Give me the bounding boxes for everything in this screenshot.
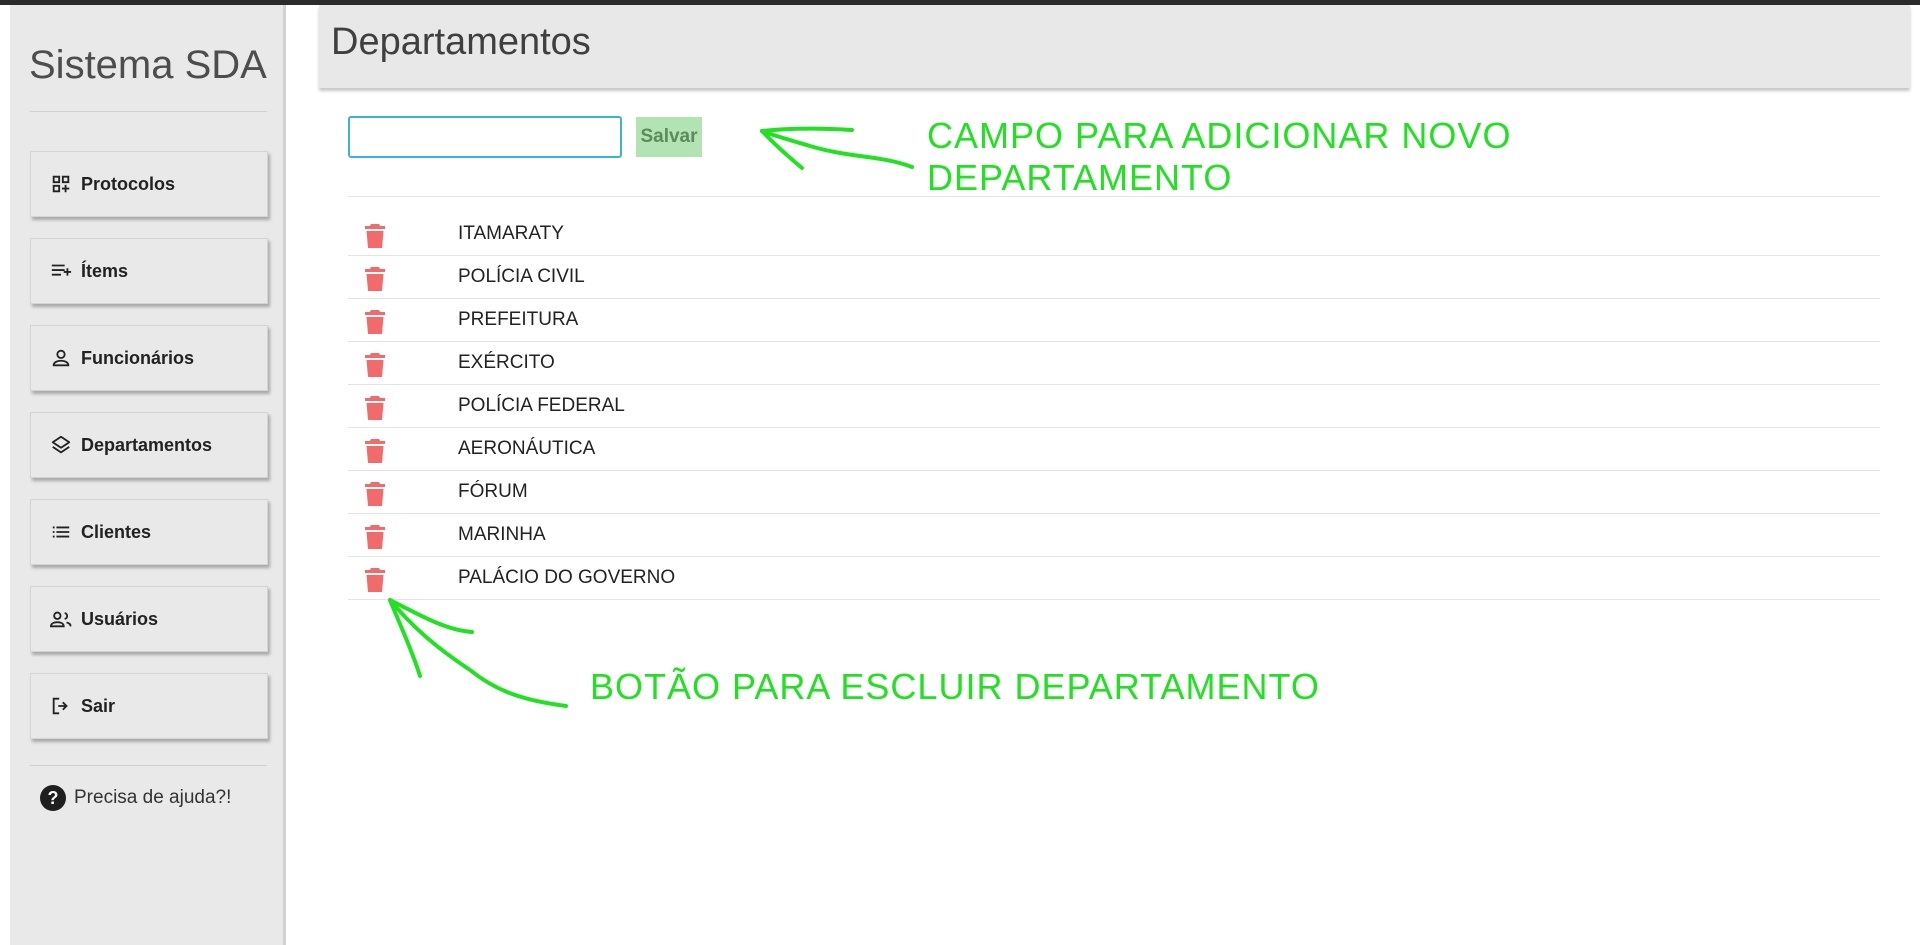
- page-title: Departamentos: [331, 21, 591, 63]
- department-name: PALÁCIO DO GOVERNO: [458, 567, 676, 588]
- sidebar-item-label: Departamentos: [81, 434, 213, 455]
- department-name: POLÍCIA FEDERAL: [458, 395, 625, 416]
- department-row: EXÉRCITO: [348, 342, 1880, 385]
- brand-divider: [30, 111, 267, 112]
- department-row: FÓRUM: [348, 471, 1880, 514]
- help-link[interactable]: ? Precisa de ajuda?!: [40, 785, 231, 811]
- list-icon: [49, 520, 73, 544]
- department-row: POLÍCIA CIVIL: [348, 256, 1880, 299]
- sidebar-item-label: Clientes: [81, 521, 152, 542]
- sidebar-item-protocolos[interactable]: Protocolos: [30, 151, 268, 217]
- annotation-line: CAMPO PARA ADICIONAR NOVO: [927, 115, 1512, 156]
- department-list: ITAMARATY POLÍCIA CIVIL PREFEITURA EXÉRCITO…: [348, 196, 1880, 600]
- department-row: ITAMARATY: [348, 213, 1880, 256]
- trash-icon[interactable]: [364, 567, 386, 593]
- sidebar-item-label: Protocolos: [81, 173, 176, 194]
- playlist-add-icon: [49, 259, 73, 283]
- trash-icon[interactable]: [364, 223, 386, 249]
- department-name: PREFEITURA: [458, 309, 579, 330]
- sidebar-item-label: Funcionários: [81, 347, 195, 368]
- department-name: FÓRUM: [458, 481, 528, 502]
- department-name: POLÍCIA CIVIL: [458, 266, 585, 287]
- sidebar-item-departamentos[interactable]: Departamentos: [30, 412, 268, 478]
- trash-icon[interactable]: [364, 438, 386, 464]
- sidebar-item-clientes[interactable]: Clientes: [30, 499, 268, 565]
- department-name: MARINHA: [458, 524, 546, 545]
- trash-icon[interactable]: [364, 266, 386, 292]
- arrow-to-input: [760, 129, 914, 169]
- department-name: AERONÁUTICA: [458, 438, 596, 459]
- sidebar-item-label: Usuários: [81, 608, 159, 629]
- trash-icon[interactable]: [364, 524, 386, 550]
- sidebar: Sistema SDA Protocolos Ítems Funcionário…: [10, 5, 286, 945]
- trash-icon[interactable]: [364, 481, 386, 507]
- department-row: AERONÁUTICA: [348, 428, 1880, 471]
- trash-icon[interactable]: [364, 395, 386, 421]
- department-row: PALÁCIO DO GOVERNO: [348, 557, 1880, 600]
- app-brand: Sistema SDA: [29, 43, 267, 87]
- help-divider: [30, 765, 267, 766]
- arrow-to-trash-head-bottom: [388, 598, 422, 678]
- sidebar-item-label: Ítems: [81, 260, 129, 281]
- department-row: MARINHA: [348, 514, 1880, 557]
- department-row: PREFEITURA: [348, 299, 1880, 342]
- annotation-delete-button: BOTÃO PARA ESCLUIR DEPARTAMENTO: [590, 666, 1320, 707]
- sidebar-item-funcionarios[interactable]: Funcionários: [30, 325, 268, 391]
- annotation-add-field: CAMPO PARA ADICIONAR NOVO DEPARTAMENTO: [927, 115, 1511, 199]
- sidebar-item-sair[interactable]: Sair: [30, 673, 268, 739]
- sidebar-item-label: Sair: [81, 695, 116, 716]
- save-button[interactable]: Salvar: [636, 117, 702, 157]
- arrow-to-trash: [388, 598, 568, 708]
- annotation-line: DEPARTAMENTO: [927, 157, 1233, 198]
- logout-icon: [49, 694, 73, 718]
- trash-icon[interactable]: [364, 309, 386, 335]
- department-name: EXÉRCITO: [458, 352, 555, 373]
- person-icon: [49, 346, 73, 370]
- page-header: Departamentos: [319, 5, 1910, 88]
- sidebar-item-itens[interactable]: Ítems: [30, 238, 268, 304]
- layers-icon: [49, 433, 73, 457]
- sidebar-item-usuarios[interactable]: Usuários: [30, 586, 268, 652]
- department-name: ITAMARATY: [458, 223, 564, 244]
- arrow-to-input-head-bottom: [760, 129, 804, 170]
- people-icon: [49, 607, 73, 631]
- grid-plus-icon: [49, 172, 73, 196]
- department-row: POLÍCIA FEDERAL: [348, 385, 1880, 428]
- question-icon: ?: [40, 785, 66, 811]
- help-label: Precisa de ajuda?!: [74, 787, 232, 808]
- department-name-input[interactable]: [348, 116, 622, 158]
- trash-icon[interactable]: [364, 352, 386, 378]
- arrow-to-trash-head-top: [388, 598, 474, 634]
- arrow-to-input-head-top: [760, 126, 854, 133]
